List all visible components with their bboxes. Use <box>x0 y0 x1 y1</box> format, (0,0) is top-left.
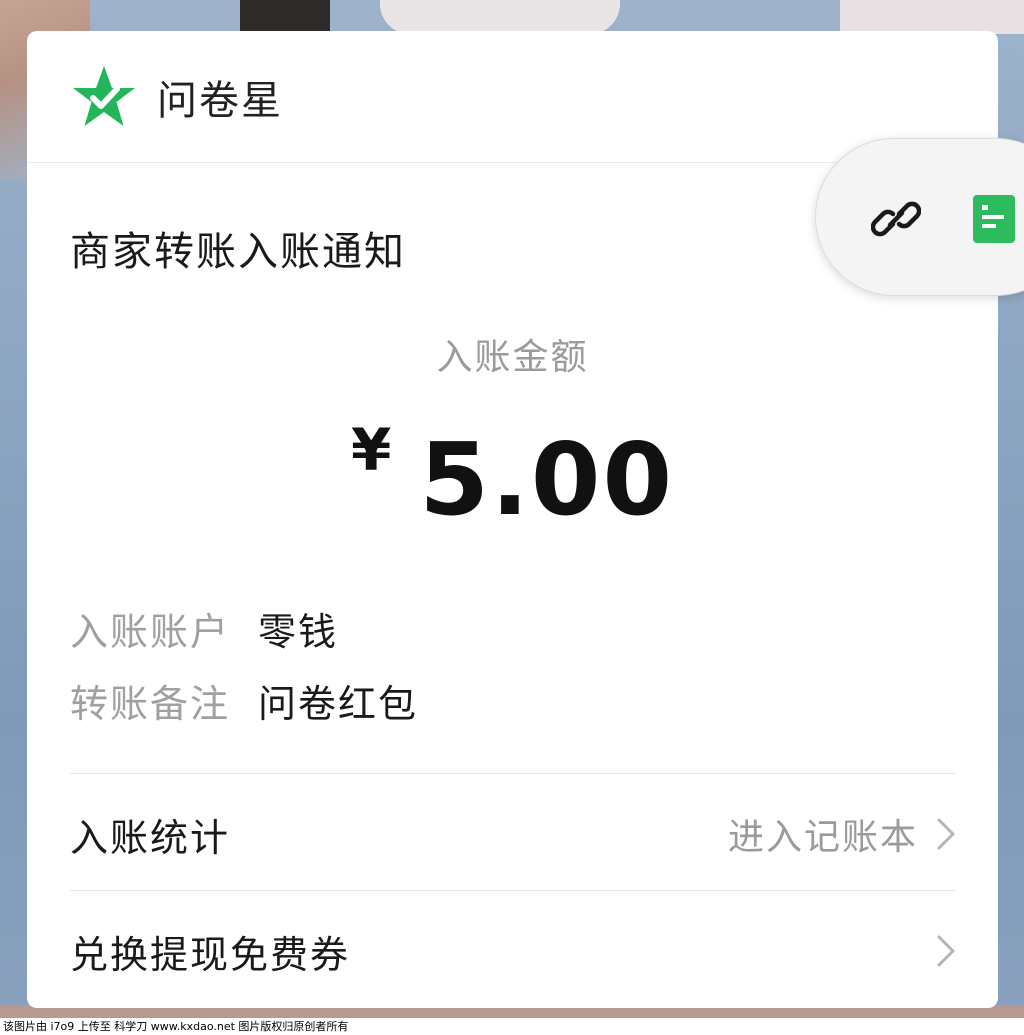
income-stats-row[interactable]: 入账统计 进入记账本 <box>70 789 956 879</box>
detail-key: 入账账户 <box>70 610 231 654</box>
chevron-right-icon <box>937 935 955 967</box>
card-header: 问卷星 <box>27 31 998 163</box>
ledger-link-text: 进入记账本 <box>727 817 918 858</box>
detail-value: 零钱 <box>258 610 339 654</box>
detail-row-account: 入账账户 零钱 <box>70 601 338 656</box>
amount-display: ¥5.00 <box>27 416 998 538</box>
income-stats-link[interactable]: 进入记账本 <box>728 808 956 860</box>
background-photo-top <box>380 0 620 34</box>
amount-label: 入账金额 <box>436 337 589 378</box>
currency-symbol: ¥ <box>350 416 392 484</box>
free-withdraw-coupon-label: 兑换提现免费券 <box>70 932 351 977</box>
background-photo-top-right <box>840 0 1024 34</box>
divider <box>70 773 956 774</box>
app-name: 问卷星 <box>157 77 283 124</box>
document-icon[interactable] <box>973 195 1015 243</box>
detail-row-remark: 转账备注 问卷红包 <box>70 673 418 728</box>
income-stats-label: 入账统计 <box>70 815 231 860</box>
free-withdraw-coupon-row[interactable]: 兑换提现免费券 <box>70 906 956 996</box>
floating-toolbar <box>815 138 1024 296</box>
amount-value: 5.00 <box>419 421 675 538</box>
star-check-logo-icon <box>73 65 135 126</box>
watermark-text: 该图片由 i7o9 上传至 科学刀 www.kxdao.net 图片版权归原创者… <box>0 1018 1024 1035</box>
coupon-arrow <box>936 934 956 968</box>
detail-key: 转账备注 <box>70 682 231 726</box>
chevron-right-icon <box>937 818 955 850</box>
divider <box>70 890 956 891</box>
background-photo-hair <box>240 0 330 34</box>
notice-title: 商家转账入账通知 <box>70 229 406 275</box>
link-icon[interactable] <box>871 194 921 244</box>
detail-value: 问卷红包 <box>258 682 419 726</box>
